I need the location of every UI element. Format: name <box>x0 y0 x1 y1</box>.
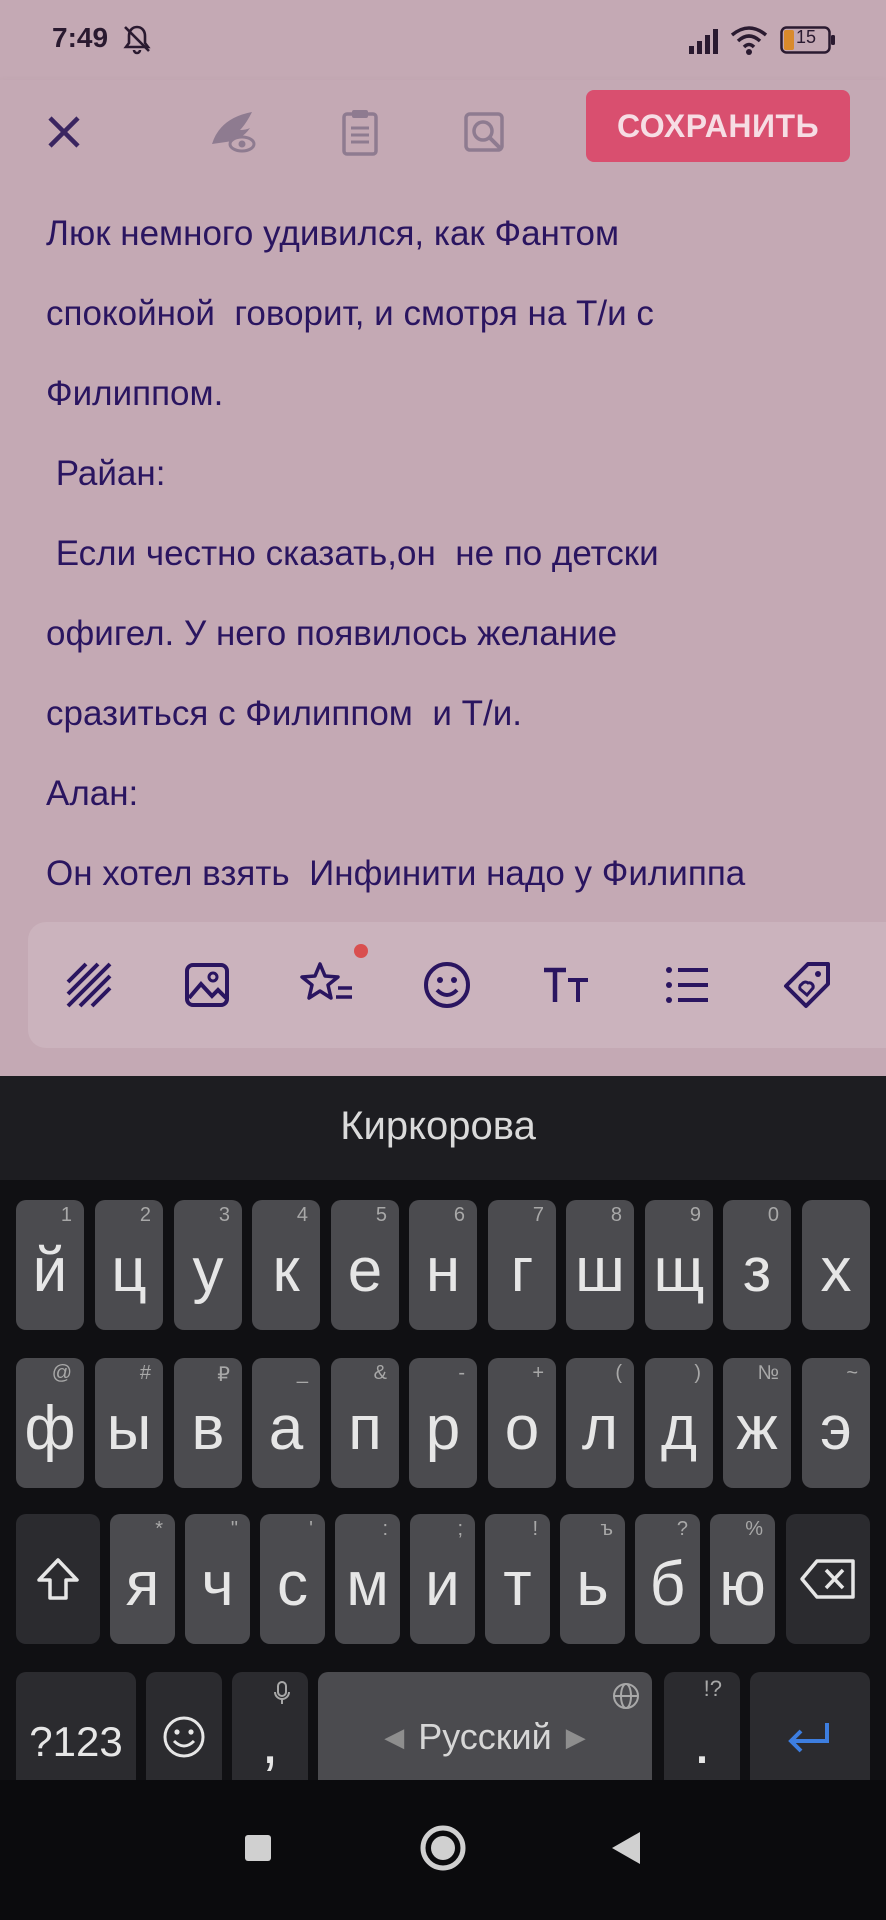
clipboard-icon[interactable] <box>332 104 388 160</box>
close-icon[interactable] <box>36 104 92 160</box>
editor-toolbar: СОХРАНИТЬ <box>0 80 886 188</box>
text-line: офигел. У него появилось желание <box>46 614 618 653</box>
key[interactable]: 9щ <box>645 1200 713 1330</box>
text-line: спокойной говорит, и смотря на Т/и с <box>46 294 654 333</box>
key[interactable]: (л <box>566 1358 634 1488</box>
text-line: Алан: <box>46 774 139 813</box>
key[interactable]: 3у <box>174 1200 242 1330</box>
shift-arrow-icon <box>37 1558 79 1600</box>
text-line: Он хотел взять Инфинити надо у Филиппа <box>46 854 746 893</box>
text-line: Филиппом. <box>46 374 224 413</box>
bullet-list-icon[interactable] <box>660 958 714 1012</box>
save-button[interactable]: СОХРАНИТЬ <box>586 90 850 162</box>
text-line: Люк немного удивился, как Фантом <box>46 214 620 253</box>
key[interactable]: х <box>802 1200 870 1330</box>
key[interactable]: + о <box>488 1358 556 1488</box>
key[interactable]: ъь <box>560 1514 625 1644</box>
key[interactable]: ' с <box>260 1514 325 1644</box>
key[interactable]: ) д <box>645 1358 713 1488</box>
text-line: Если честно сказать,он не по детски <box>46 534 659 573</box>
key[interactable]: 5е <box>331 1200 399 1330</box>
key[interactable]: № ж <box>723 1358 791 1488</box>
left-caret-icon: ◀ <box>384 1721 405 1752</box>
enter-arrow-icon <box>788 1723 829 1753</box>
wifi-icon <box>730 26 768 55</box>
backspace-key[interactable] <box>786 1514 870 1644</box>
text-line: сразиться с Филиппом и Т/и. <box>46 694 522 733</box>
format-toolbar <box>28 922 886 1048</box>
star-list-icon[interactable] <box>300 958 354 1012</box>
key[interactable]: 1й <box>16 1200 84 1330</box>
microphone-icon <box>274 1681 290 1704</box>
suggestion-bar: Киркорова <box>0 1076 886 1180</box>
signal-icon <box>689 29 718 54</box>
emoji-smile-icon <box>163 1716 205 1758</box>
tag-icon[interactable] <box>780 958 834 1012</box>
notification-dot <box>354 944 368 958</box>
status-bar: 7:49 15 <box>0 0 886 80</box>
key[interactable]: # ы <box>95 1358 163 1488</box>
image-icon[interactable] <box>180 958 234 1012</box>
battery-level: 15 <box>796 27 817 47</box>
key[interactable]: " ч <box>185 1514 250 1644</box>
recents-square-icon[interactable] <box>228 1818 288 1878</box>
backspace-icon <box>800 1559 855 1599</box>
text-line: Райан: <box>46 454 166 493</box>
key[interactable]: ; и <box>410 1514 475 1644</box>
silent-bell-icon <box>123 25 151 55</box>
key[interactable]: _ а <box>252 1358 320 1488</box>
key[interactable]: 0з <box>723 1200 791 1330</box>
hatch-pattern-icon[interactable] <box>62 958 116 1012</box>
system-navigation-bar <box>0 1780 886 1920</box>
key[interactable]: ₽ в <box>174 1358 242 1488</box>
globe-icon <box>613 1683 639 1709</box>
emoji-icon[interactable] <box>420 958 474 1012</box>
preview-search-icon[interactable] <box>456 104 512 160</box>
key[interactable]: * я <box>110 1514 175 1644</box>
home-circle-icon[interactable] <box>413 1818 473 1878</box>
status-time: 7:49 <box>52 22 109 53</box>
key[interactable]: ? б <box>635 1514 700 1644</box>
text-editor[interactable]: Люк немного удивился, как Фантом спокойн… <box>0 188 886 918</box>
key[interactable]: 4к <box>252 1200 320 1330</box>
shift-key[interactable] <box>16 1514 100 1644</box>
quill-eye-icon[interactable] <box>206 104 262 160</box>
key[interactable]: % ю <box>710 1514 775 1644</box>
key[interactable]: 8ш <box>566 1200 634 1330</box>
key[interactable]: :м <box>335 1514 400 1644</box>
key[interactable]: & п <box>331 1358 399 1488</box>
key[interactable]: ~ э <box>802 1358 870 1488</box>
key[interactable]: @ ф <box>16 1358 84 1488</box>
text-size-icon[interactable] <box>540 958 594 1012</box>
key[interactable]: 6н <box>409 1200 477 1330</box>
key[interactable]: 7г <box>488 1200 556 1330</box>
key[interactable]: ! т <box>485 1514 550 1644</box>
key[interactable]: -р <box>409 1358 477 1488</box>
right-caret-icon: ▶ <box>565 1721 586 1752</box>
suggestion-word[interactable]: Киркорова <box>0 1104 876 1149</box>
back-triangle-icon[interactable] <box>598 1818 658 1878</box>
key[interactable]: 2ц <box>95 1200 163 1330</box>
